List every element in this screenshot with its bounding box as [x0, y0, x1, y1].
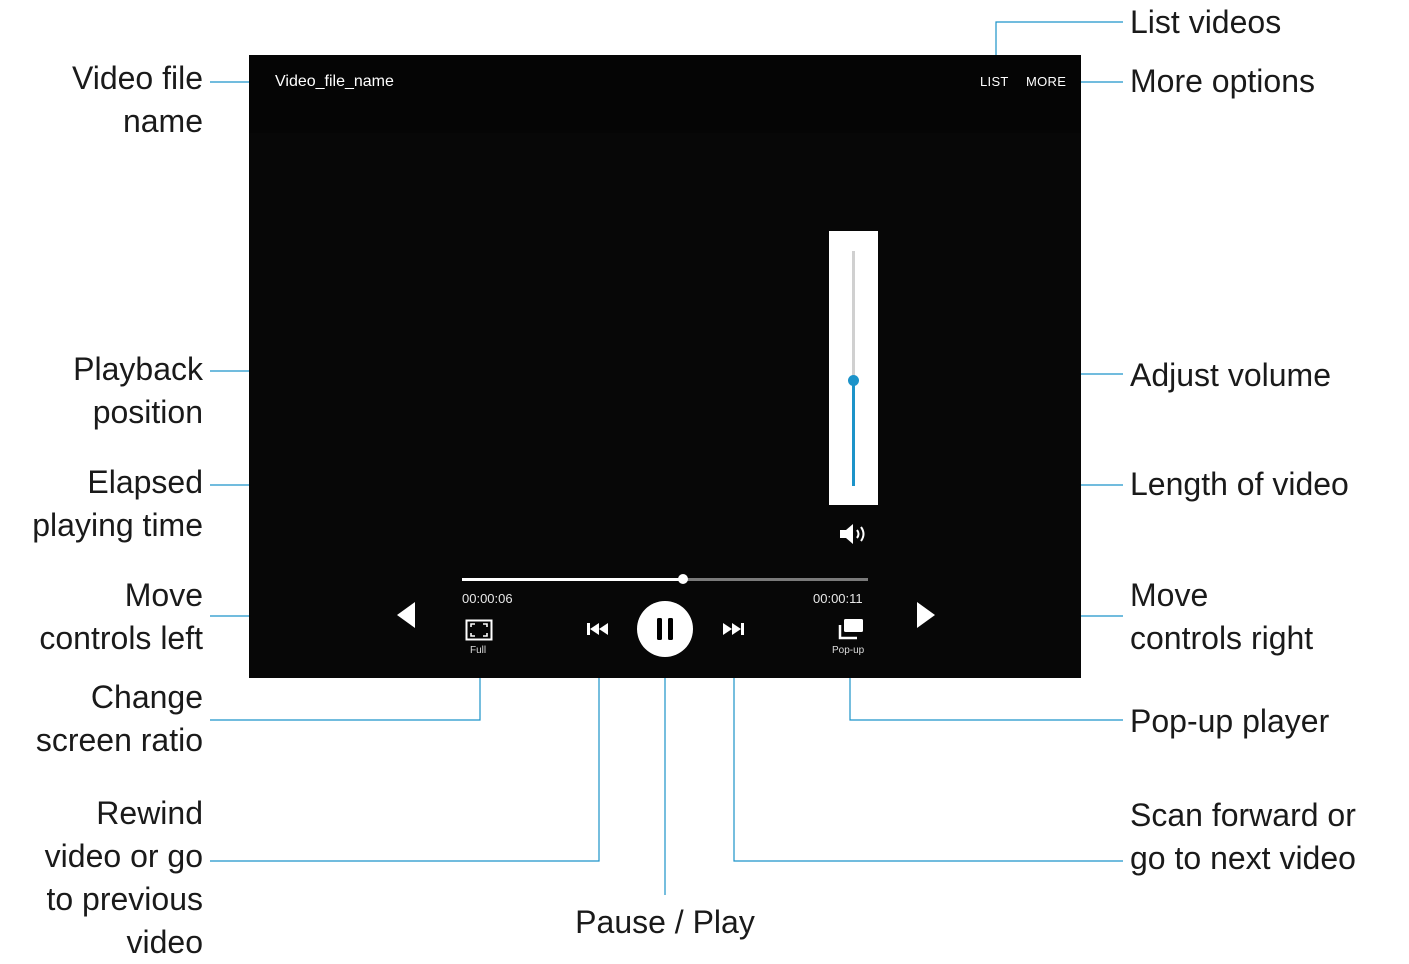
popup-label: Pop-up — [832, 645, 865, 656]
video-player: Video_file_name LIST MORE 00:00:06 00:00… — [249, 55, 1081, 678]
callout-scan-forward: Scan forward or go to next video — [1130, 797, 1356, 876]
callout-list-videos: List videos — [1130, 4, 1282, 40]
video-file-name: Video_file_name — [275, 73, 394, 90]
callout-move-left: Move controls left — [39, 577, 203, 656]
popup-icon[interactable] — [837, 617, 865, 641]
callout-pause-play: Pause / Play — [575, 904, 755, 940]
arrow-right-icon[interactable] — [915, 600, 937, 630]
callout-change-ratio: Change screen ratio — [35, 679, 203, 758]
volume-slider[interactable] — [829, 231, 878, 505]
volume-icon[interactable] — [838, 521, 872, 547]
pause-play-button[interactable] — [637, 601, 693, 657]
callout-rewind: Rewind video or go to previous video — [44, 795, 203, 960]
video-screen[interactable] — [249, 133, 1081, 678]
more-button[interactable]: MORE — [1026, 74, 1066, 89]
callout-playback-position: Playback position — [73, 351, 203, 430]
progress-fill — [462, 578, 683, 581]
elapsed-time: 00:00:06 — [462, 591, 513, 606]
rewind-icon[interactable] — [586, 621, 610, 637]
player-top-bar — [249, 55, 1081, 133]
fast-forward-icon[interactable] — [721, 621, 745, 637]
callout-video-file-name: Video file name — [71, 60, 203, 139]
arrow-left-icon[interactable] — [395, 600, 417, 630]
full-label: Full — [470, 645, 487, 656]
callout-length-of-video: Length of video — [1130, 466, 1349, 502]
pause-icon — [657, 618, 673, 640]
callout-popup-player: Pop-up player — [1130, 703, 1330, 739]
callout-more-options: More options — [1130, 63, 1315, 99]
leader-rewind — [210, 646, 600, 862]
volume-knob[interactable] — [848, 375, 859, 386]
leader-scan-forward — [733, 646, 1123, 862]
total-time: 00:00:11 — [813, 591, 863, 606]
playback-position-knob[interactable] — [678, 574, 688, 584]
callout-move-right: Move controls right — [1130, 577, 1314, 656]
expand-icon[interactable] — [465, 619, 493, 641]
volume-fill — [852, 380, 855, 486]
list-button[interactable]: LIST — [980, 74, 1009, 89]
callout-elapsed-time: Elapsed playing time — [32, 464, 203, 543]
callout-adjust-volume: Adjust volume — [1130, 357, 1331, 393]
